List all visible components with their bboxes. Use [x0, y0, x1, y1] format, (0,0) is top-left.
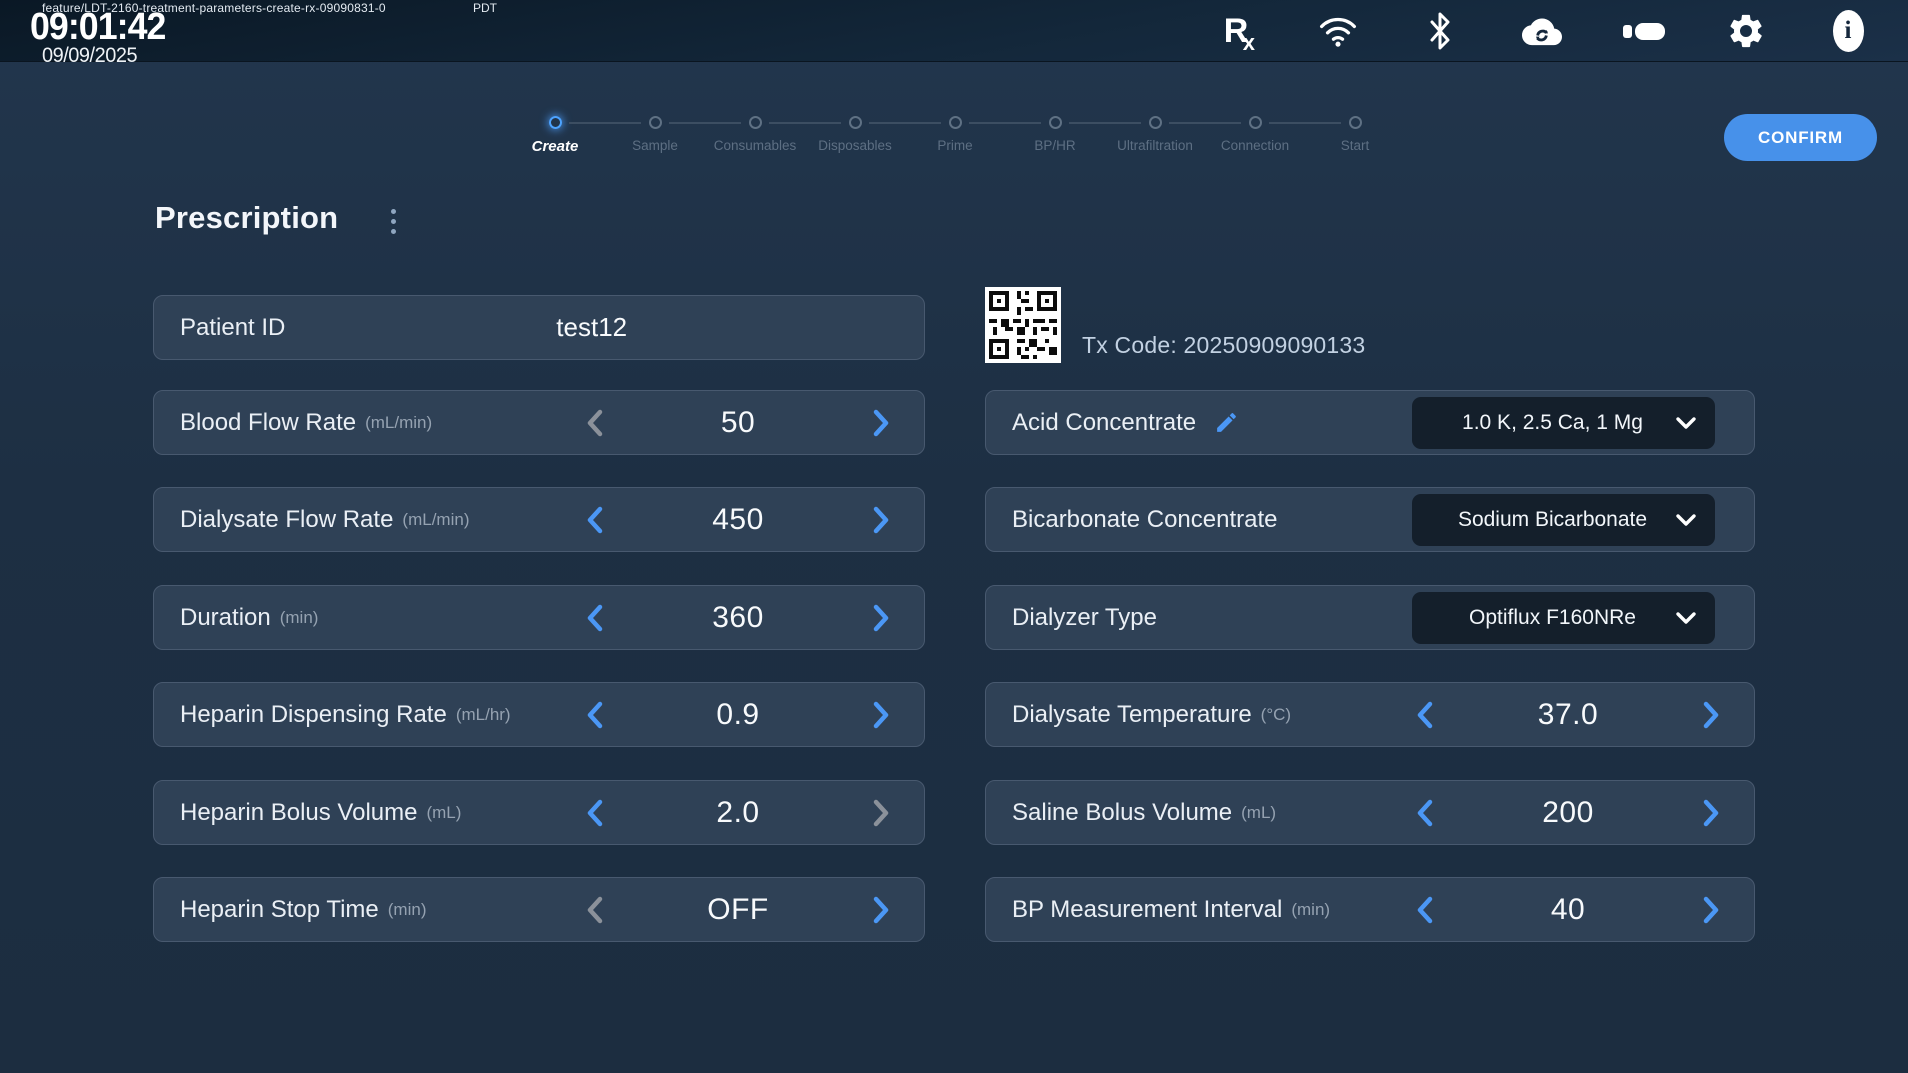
confirm-button[interactable]: CONFIRM	[1724, 114, 1877, 161]
blood-flow-rate-field: Blood Flow Rate (mL/min) 50	[153, 390, 925, 455]
field-value[interactable]: 2.0	[612, 796, 864, 830]
dialysate-flow-rate-field: Dialysate Flow Rate (mL/min) 450	[153, 487, 925, 552]
step-circle-icon	[549, 116, 562, 129]
increment-button[interactable]	[864, 498, 898, 542]
info-icon[interactable]: i	[1828, 6, 1868, 56]
field-value[interactable]: OFF	[612, 893, 864, 927]
usb-drive-icon	[1624, 6, 1664, 56]
increment-button[interactable]	[1694, 888, 1728, 932]
chevron-down-icon	[1675, 416, 1697, 430]
heparin-dispensing-rate-field: Heparin Dispensing Rate (mL/hr) 0.9	[153, 682, 925, 747]
workflow-stepper: Create Sample Consumables Disposables Pr…	[505, 116, 1405, 155]
chevron-down-icon	[1675, 611, 1697, 625]
field-value[interactable]: 0.9	[612, 698, 864, 732]
patient-id-field[interactable]: Patient ID test12	[153, 295, 925, 360]
field-label: Patient ID	[180, 314, 285, 342]
bp-measurement-interval-field: BP Measurement Interval (min) 40	[985, 877, 1755, 942]
step-circle-icon	[649, 116, 662, 129]
field-value[interactable]: 450	[612, 503, 864, 537]
timezone-label: PDT	[473, 1, 497, 15]
tx-code-value: 20250909090133	[1184, 332, 1366, 358]
clock-time: 09:01:42	[30, 6, 165, 49]
increment-button[interactable]	[864, 888, 898, 932]
rx-icon: Rx	[1216, 6, 1256, 56]
increment-button[interactable]	[864, 401, 898, 445]
decrement-button[interactable]	[1408, 791, 1442, 835]
step-circle-icon	[1349, 116, 1362, 129]
cloud-sync-icon	[1522, 6, 1562, 56]
saline-bolus-volume-field: Saline Bolus Volume (mL) 200	[985, 780, 1755, 845]
app-screen: feature/LDT-2160-treatment-parameters-cr…	[0, 0, 1908, 1073]
dialysate-temperature-field: Dialysate Temperature (°C) 37.0	[985, 682, 1755, 747]
decrement-button[interactable]	[578, 888, 612, 932]
acid-concentrate-field: Acid Concentrate 1.0 K, 2.5 Ca, 1 Mg	[985, 390, 1755, 455]
increment-button[interactable]	[864, 596, 898, 640]
decrement-button[interactable]	[578, 401, 612, 445]
page-title: Prescription	[155, 200, 338, 236]
kebab-menu-icon[interactable]	[386, 209, 400, 234]
dialyzer-type-dropdown[interactable]: Optiflux F160NRe	[1412, 592, 1715, 644]
step-circle-icon	[1249, 116, 1262, 129]
wifi-icon	[1318, 6, 1358, 56]
bluetooth-icon	[1420, 6, 1460, 56]
top-status-bar: feature/LDT-2160-treatment-parameters-cr…	[0, 0, 1908, 62]
decrement-button[interactable]	[578, 596, 612, 640]
bicarbonate-concentrate-dropdown[interactable]: Sodium Bicarbonate	[1412, 494, 1715, 546]
settings-gear-icon[interactable]	[1726, 6, 1766, 56]
tx-code-label: Tx Code: 20250909090133	[1082, 332, 1365, 359]
increment-button[interactable]	[864, 791, 898, 835]
increment-button[interactable]	[1694, 693, 1728, 737]
step-circle-icon	[1149, 116, 1162, 129]
dialyzer-type-field: Dialyzer Type Optiflux F160NRe	[985, 585, 1755, 650]
heparin-bolus-volume-field: Heparin Bolus Volume (mL) 2.0	[153, 780, 925, 845]
qr-code	[985, 287, 1061, 363]
field-value[interactable]: 360	[612, 601, 864, 635]
decrement-button[interactable]	[578, 693, 612, 737]
increment-button[interactable]	[1694, 791, 1728, 835]
step-circle-icon	[849, 116, 862, 129]
field-value[interactable]: 40	[1442, 893, 1694, 927]
decrement-button[interactable]	[1408, 693, 1442, 737]
decrement-button[interactable]	[1408, 888, 1442, 932]
clock-date: 09/09/2025	[42, 44, 137, 68]
patient-id-value[interactable]: test12	[285, 312, 898, 343]
edit-pencil-icon[interactable]	[1214, 410, 1239, 435]
step-start[interactable]: Start	[1305, 116, 1405, 155]
step-circle-icon	[949, 116, 962, 129]
field-value[interactable]: 50	[612, 406, 864, 440]
acid-concentrate-dropdown[interactable]: 1.0 K, 2.5 Ca, 1 Mg	[1412, 397, 1715, 449]
status-icon-tray: Rx	[1216, 0, 1868, 62]
duration-field: Duration (min) 360	[153, 585, 925, 650]
heparin-stop-time-field: Heparin Stop Time (min) OFF	[153, 877, 925, 942]
field-value[interactable]: 37.0	[1442, 698, 1694, 732]
increment-button[interactable]	[864, 693, 898, 737]
bicarbonate-concentrate-field: Bicarbonate Concentrate Sodium Bicarbona…	[985, 487, 1755, 552]
decrement-button[interactable]	[578, 498, 612, 542]
step-circle-icon	[749, 116, 762, 129]
field-value[interactable]: 200	[1442, 796, 1694, 830]
chevron-down-icon	[1675, 513, 1697, 527]
step-circle-icon	[1049, 116, 1062, 129]
decrement-button[interactable]	[578, 791, 612, 835]
